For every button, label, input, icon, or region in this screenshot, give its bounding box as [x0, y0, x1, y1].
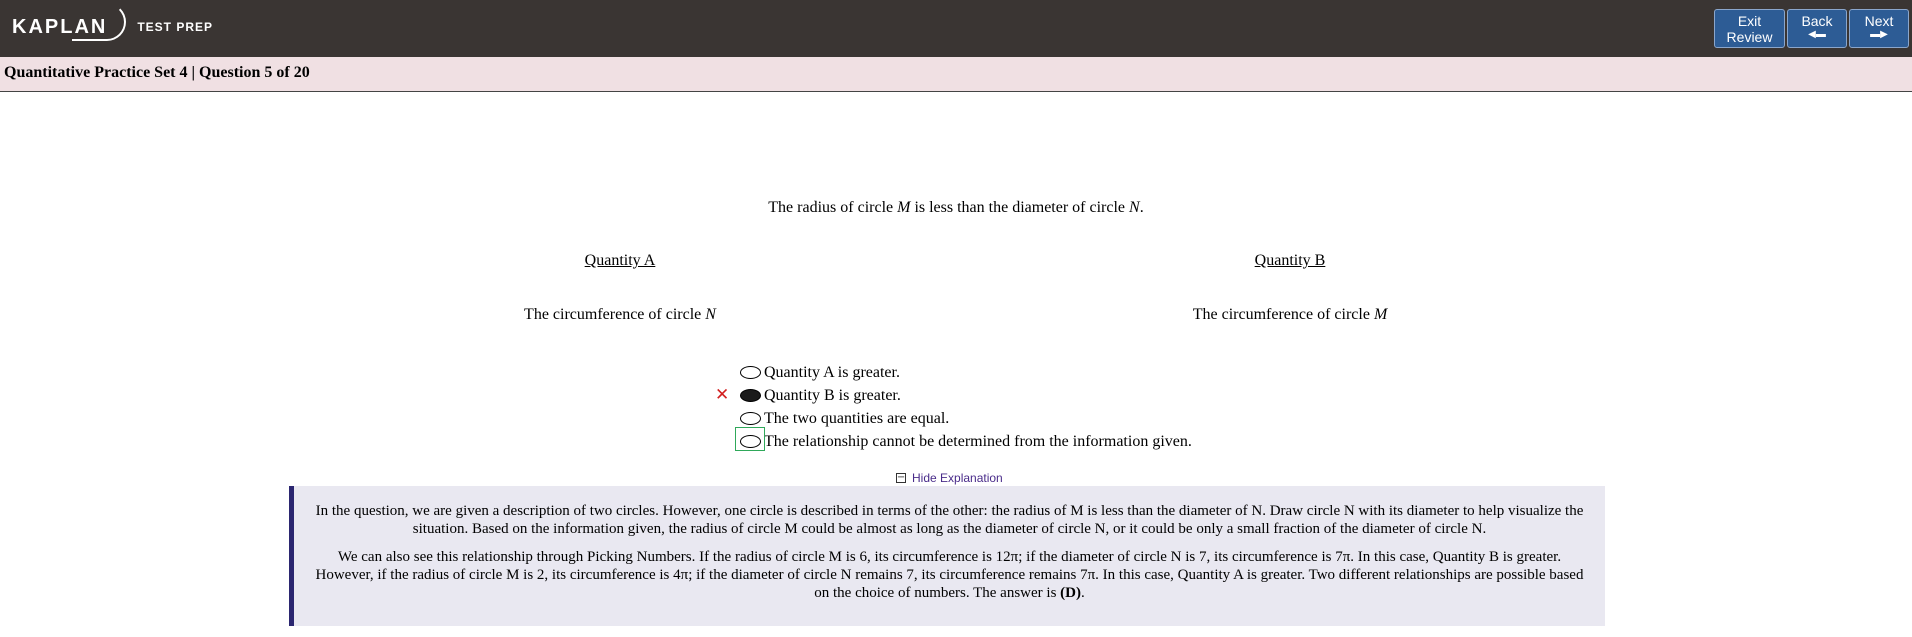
explanation-paragraph-2: We can also see this relationship throug… — [308, 548, 1591, 602]
stem-var-m: M — [897, 199, 911, 216]
quantity-a-heading: Quantity A — [584, 252, 656, 269]
answer-choices: Quantity A is greater. ✕ Quantity B is g… — [715, 361, 1192, 453]
explanation-paragraph-1: In the question, we are given a descript… — [315, 503, 1584, 537]
answer-choice-b[interactable]: ✕ Quantity B is greater. — [715, 384, 1192, 407]
stem-text-2: is less than the diameter of circle — [910, 199, 1130, 216]
answer-choice-c[interactable]: The two quantities are equal. — [740, 407, 1192, 430]
stem-text-1: The radius of circle — [768, 199, 898, 216]
hide-explanation-toggle[interactable]: − Hide Explanation — [896, 471, 1003, 485]
choice-label: The relationship cannot be determined fr… — [764, 432, 1192, 450]
next-button[interactable]: Next ▬▶ — [1849, 9, 1909, 48]
next-label: Next — [1864, 13, 1894, 29]
exit-label-line2: Review — [1726, 29, 1773, 45]
stem-var-n: N — [1129, 199, 1140, 216]
correct-answer-highlight — [735, 427, 765, 451]
logo-swoosh-icon — [72, 3, 126, 41]
logo-subtext: TEST PREP — [137, 20, 214, 34]
choice-label: Quantity A is greater. — [764, 363, 900, 381]
quantity-a-var: N — [705, 306, 716, 323]
explanation-panel: In the question, we are given a descript… — [289, 486, 1605, 626]
collapse-minus-icon: − — [896, 472, 906, 483]
kaplan-logo: KAPLAN TEST PREP — [12, 3, 214, 45]
quantity-b-heading: Quantity B — [1254, 252, 1326, 269]
exit-label-line1: Exit — [1737, 13, 1762, 29]
arrow-left-icon: ◀▬ — [1808, 29, 1826, 40]
radio-button[interactable] — [740, 412, 761, 425]
back-button[interactable]: Back ◀▬ — [1787, 9, 1847, 48]
explanation-answer: (D) — [1060, 585, 1081, 601]
question-title: Quantitative Practice Set 4 | Question 5… — [4, 64, 310, 81]
answer-choice-d[interactable]: The relationship cannot be determined fr… — [735, 427, 1192, 453]
quantity-a-value: The circumference of circle N — [470, 306, 770, 324]
explanation-p2-end: . — [1080, 585, 1085, 601]
exit-review-button[interactable]: Exit Review — [1714, 9, 1785, 48]
quantity-a-text: The circumference of circle — [524, 306, 706, 323]
quantity-b-var: M — [1373, 306, 1388, 323]
quantity-b-text: The circumference of circle — [1192, 306, 1374, 323]
explanation-p2-text: We can also see this relationship throug… — [315, 549, 1584, 601]
hide-explanation-label: Hide Explanation — [912, 471, 1003, 485]
answer-choice-a[interactable]: Quantity A is greater. — [740, 361, 1192, 384]
question-stem: The radius of circle M is less than the … — [0, 199, 1912, 217]
quantity-b-value: The circumference of circle M — [1140, 306, 1440, 324]
stem-text-3: . — [1139, 199, 1144, 216]
incorrect-x-icon: ✕ — [715, 385, 730, 405]
radio-button[interactable] — [740, 366, 761, 379]
radio-button-selected[interactable] — [740, 389, 761, 402]
question-header-bar: Quantitative Practice Set 4 | Question 5… — [0, 57, 1912, 92]
choice-label: Quantity B is greater. — [764, 386, 901, 404]
top-bar: KAPLAN TEST PREP Exit Review Back ◀▬ Nex… — [0, 0, 1912, 58]
back-label: Back — [1801, 13, 1833, 29]
choice-label: The two quantities are equal. — [764, 409, 950, 427]
arrow-right-icon: ▬▶ — [1870, 29, 1888, 40]
